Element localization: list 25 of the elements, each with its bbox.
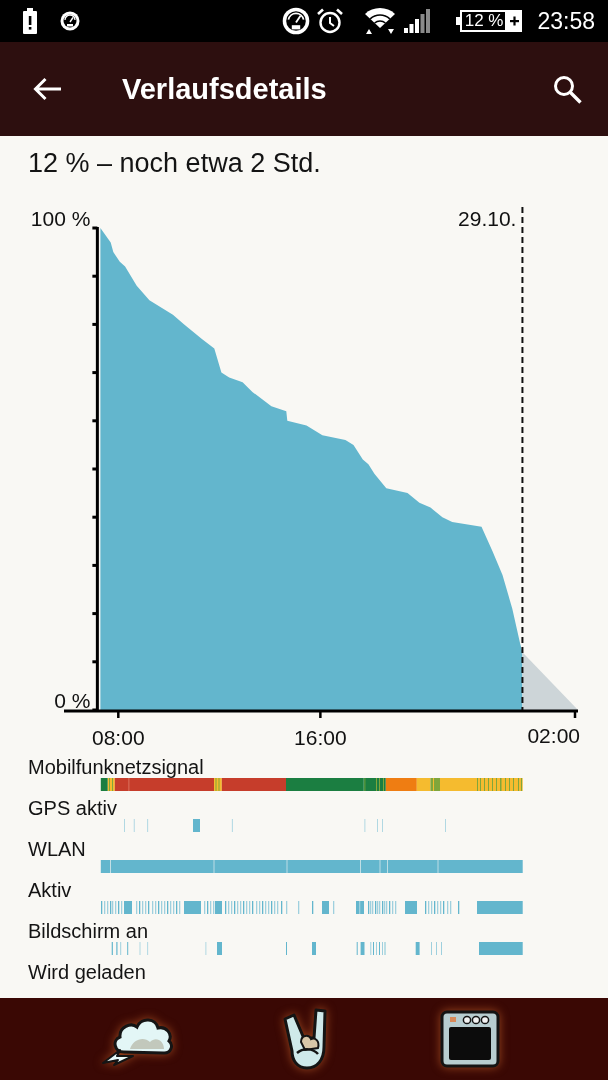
axis-label: 100 % [30,207,91,230]
timeline-label: Aktiv [28,880,72,901]
battery-indicator: 12 % [455,10,508,32]
battery-alert-icon [22,8,38,34]
timeline-label: Bildschirm an [28,921,149,942]
axis-label: 08:00 [92,726,145,749]
back-arrow-icon[interactable] [33,77,62,101]
alarm-clock-icon [316,8,343,34]
clock-time: 23:58 [537,7,595,35]
timeline-label: GPS aktiv [28,798,117,819]
axis-label: 16:00 [294,726,347,749]
search-icon[interactable] [553,74,582,104]
screen-title: Verlaufsdetails [122,72,327,106]
battery-summary: 12 % – noch etwa 2 Std. [28,147,321,179]
signal-icon [403,9,431,33]
timeline-label: Wird geladen [28,962,146,983]
axis-label: 02:00 [527,725,580,747]
timeline-label: Mobilfunknetzsignal [28,757,204,778]
timeline-label: WLAN [28,839,86,860]
amplifier-icon[interactable] [440,1010,500,1068]
axis-label: 0 % [54,689,91,712]
speedometer-icon [281,7,310,35]
date-label: 29.10. [458,207,517,230]
wifi-icon [363,8,396,34]
speedometer-icon [60,11,80,31]
